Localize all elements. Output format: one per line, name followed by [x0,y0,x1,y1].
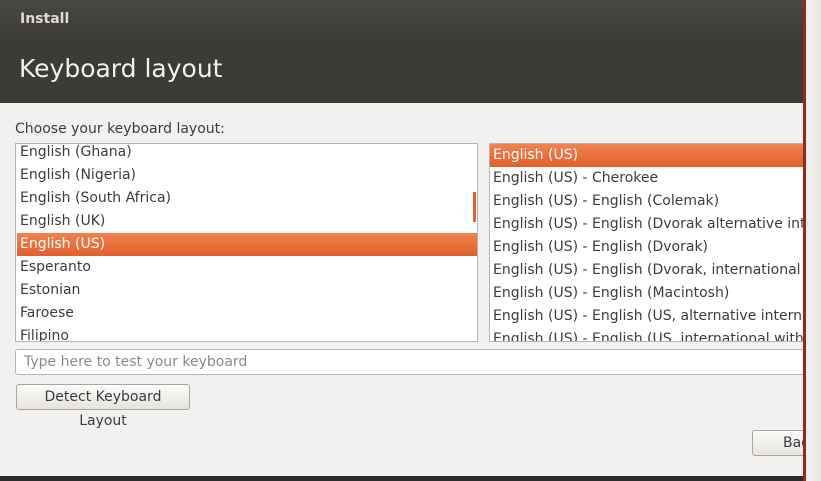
detect-layout-button[interactable]: Detect Keyboard Layout [16,384,190,429]
keyboard-test-input[interactable] [15,349,803,375]
layout-prompt: Choose your keyboard layout: [15,121,225,137]
layout-list-item[interactable]: Faroese [17,302,477,325]
page-title: Keyboard layout [19,54,223,83]
desktop-edge [803,0,806,481]
installer-window: Install Keyboard layout Choose your keyb… [0,0,803,481]
variant-list-item[interactable]: English (US) - English (Dvorak alternati… [490,213,803,236]
layout-list-item[interactable]: English (South Africa) [17,187,477,210]
layout-list-item[interactable]: Filipino [17,325,477,341]
layout-list-item[interactable]: English (Nigeria) [17,164,477,187]
page-header: Keyboard layout [0,41,803,103]
layout-list-scrollbar[interactable] [473,192,476,222]
back-button[interactable]: Back [752,430,803,456]
layout-list-item[interactable]: English (UK) [17,210,477,233]
window-title: Install [20,11,70,27]
layout-list-item[interactable]: English (US) [17,233,477,256]
title-bar: Install [0,0,803,41]
layout-list-item[interactable]: English (Ghana) [17,144,477,164]
window-bottom-edge [0,476,803,481]
variant-list-item[interactable]: English (US) - English (Macintosh) [490,282,803,305]
desktop-background [803,0,821,481]
variant-list-item[interactable]: English (US) - English (US, internationa… [490,328,803,341]
variant-list-item[interactable]: English (US) - English (US, alternative … [490,305,803,328]
layout-list-item[interactable]: Esperanto [17,256,477,279]
variant-list-item[interactable]: English (US) - English (Dvorak, internat… [490,259,803,282]
variant-list-item[interactable]: English (US) - Cherokee [490,167,803,190]
layout-list-item[interactable]: Estonian [17,279,477,302]
variant-list[interactable]: English (US) English (US) - Cherokee Engli… [489,143,803,342]
variant-list-item[interactable]: English (US) - English (Dvorak) [490,236,803,259]
layout-list[interactable]: English (Ghana) English (Nigeria) English … [15,143,478,342]
variant-list-item[interactable]: English (US) - English (Colemak) [490,190,803,213]
variant-list-item[interactable]: English (US) [490,144,803,167]
